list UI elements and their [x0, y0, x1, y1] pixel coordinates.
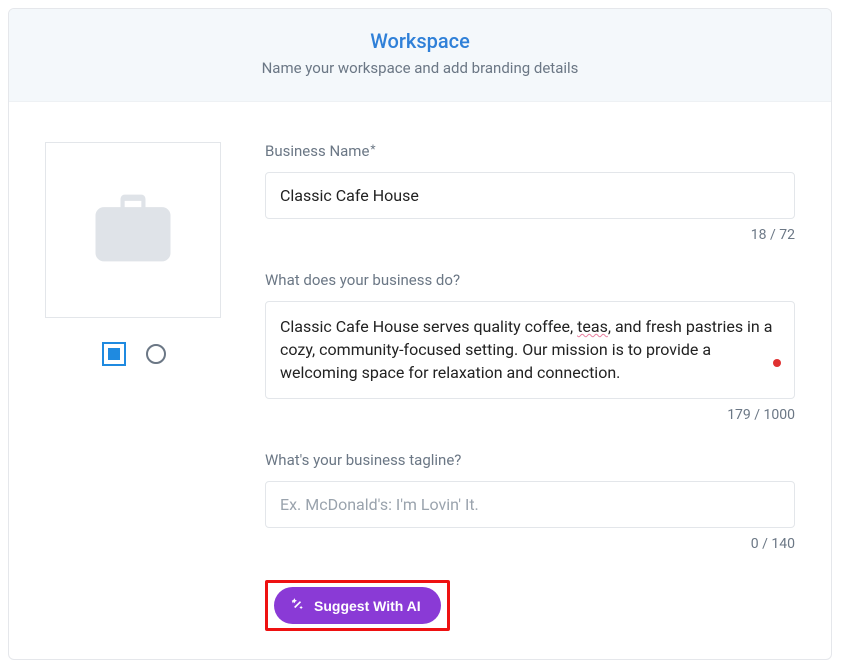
briefcase-icon: [78, 178, 188, 282]
logo-upload-box[interactable]: [45, 142, 221, 318]
business-name-input[interactable]: [265, 172, 795, 219]
square-icon: [102, 342, 126, 366]
logo-shape-selector: [45, 340, 225, 368]
suggest-with-ai-button[interactable]: Suggest With AI: [274, 587, 441, 624]
business-description-counter: 179 / 1000: [265, 407, 795, 423]
business-description-label: What does your business do?: [265, 271, 795, 289]
required-indicator: *: [370, 142, 375, 156]
business-name-counter: 18 / 72: [265, 227, 795, 243]
logo-column: [45, 142, 225, 631]
form-fields: Business Name* 18 / 72 What does your bu…: [265, 142, 795, 631]
shape-circle-option[interactable]: [142, 340, 170, 368]
tagline-field: What's your business tagline? 0 / 140: [265, 451, 795, 552]
workspace-card: Workspace Name your workspace and add br…: [8, 8, 832, 660]
shape-square-option[interactable]: [100, 340, 128, 368]
form-body: Business Name* 18 / 72 What does your bu…: [9, 102, 831, 659]
tagline-input[interactable]: [265, 481, 795, 528]
tagline-label: What's your business tagline?: [265, 451, 795, 469]
suggest-button-label: Suggest With AI: [314, 598, 421, 614]
circle-icon: [146, 344, 166, 364]
status-dot-icon: [773, 359, 781, 367]
business-name-label: Business Name*: [265, 142, 795, 160]
spellcheck-underline: teas: [577, 317, 608, 336]
magic-wand-icon: [290, 597, 304, 614]
page-title: Workspace: [19, 29, 821, 53]
header: Workspace Name your workspace and add br…: [9, 9, 831, 102]
tagline-counter: 0 / 140: [265, 536, 795, 552]
business-description-field: What does your business do? Classic Cafe…: [265, 271, 795, 423]
page-subtitle: Name your workspace and add branding det…: [19, 59, 821, 77]
business-description-input[interactable]: Classic Cafe House serves quality coffee…: [265, 301, 795, 399]
business-name-field: Business Name* 18 / 72: [265, 142, 795, 243]
suggest-highlight-box: Suggest With AI: [265, 580, 450, 631]
